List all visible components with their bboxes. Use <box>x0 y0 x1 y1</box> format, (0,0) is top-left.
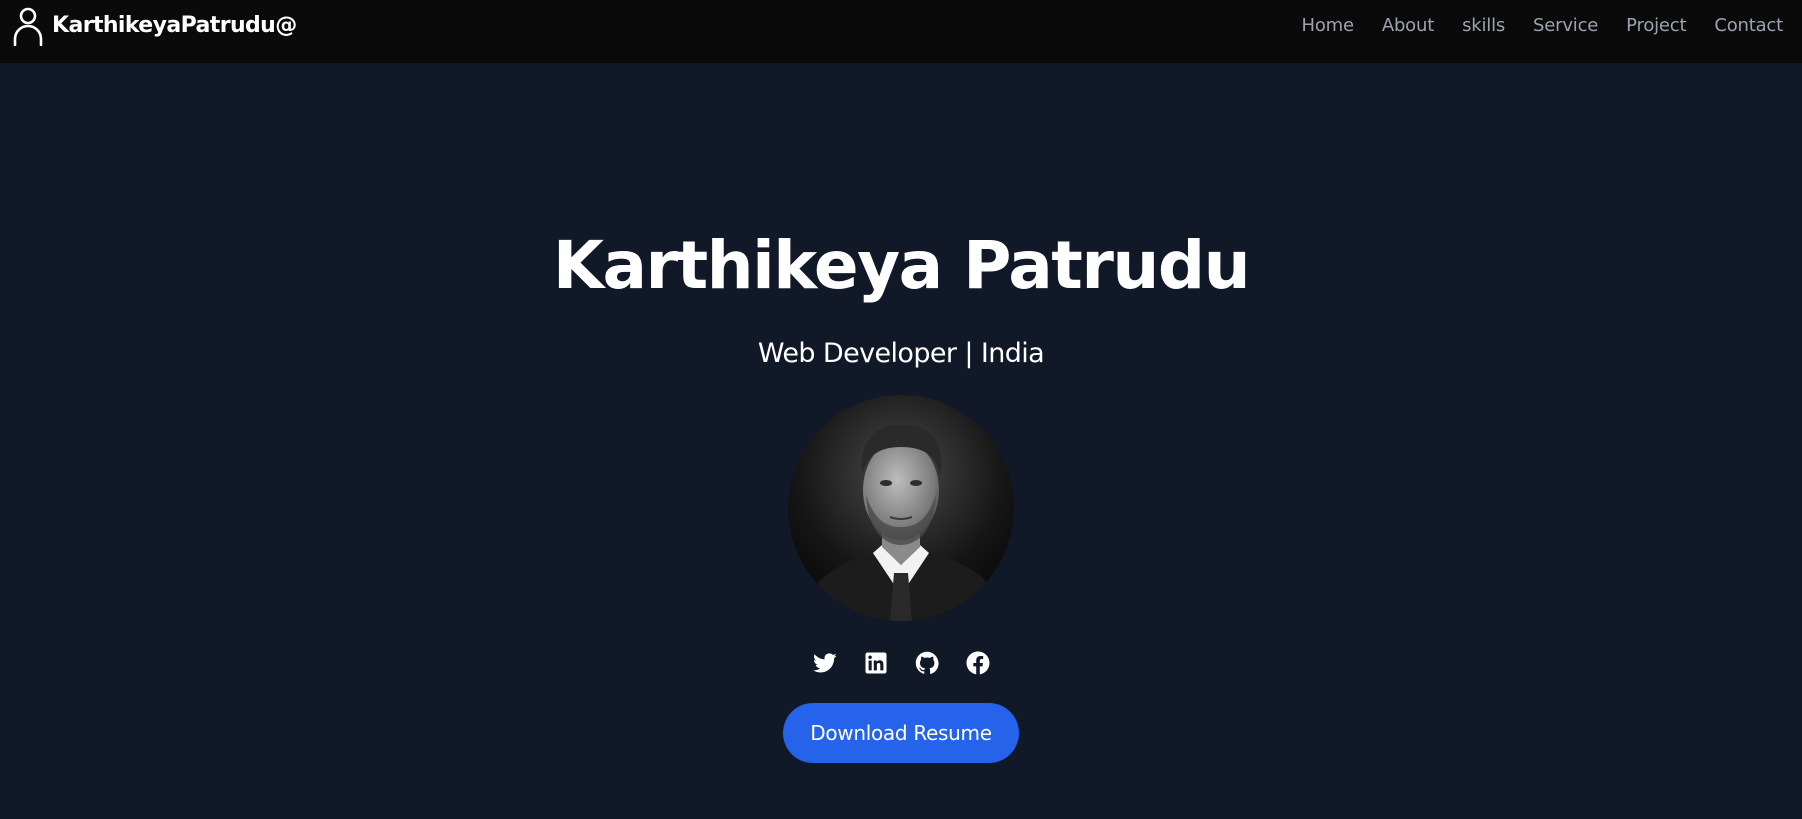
nav-links: Home About skills Service Project Contac… <box>1273 15 1783 36</box>
brand-link[interactable]: KarthikeyaPatrudu@ <box>12 4 297 48</box>
hero-section: Karthikeya Patrudu Web Developer | India <box>0 63 1802 819</box>
nav-link-project[interactable]: Project <box>1626 15 1686 36</box>
download-resume-button[interactable]: Download Resume <box>783 703 1019 763</box>
profile-photo <box>788 395 1014 621</box>
brand-label: KarthikeyaPatrudu@ <box>52 13 297 38</box>
top-navbar: KarthikeyaPatrudu@ Home About skills Ser… <box>0 0 1802 63</box>
facebook-icon[interactable] <box>966 651 990 675</box>
hero-title: Karthikeya Patrudu <box>552 227 1251 304</box>
nav-link-about[interactable]: About <box>1382 15 1434 36</box>
twitter-icon[interactable] <box>812 651 837 675</box>
nav-link-home[interactable]: Home <box>1301 15 1354 36</box>
github-icon[interactable] <box>915 651 939 675</box>
nav-link-contact[interactable]: Contact <box>1714 15 1783 36</box>
social-links <box>812 651 990 675</box>
nav-link-skills[interactable]: skills <box>1462 15 1505 36</box>
hero-subtitle: Web Developer | India <box>757 338 1045 369</box>
user-icon <box>12 6 44 46</box>
linkedin-icon[interactable] <box>864 651 888 675</box>
nav-link-service[interactable]: Service <box>1533 15 1598 36</box>
